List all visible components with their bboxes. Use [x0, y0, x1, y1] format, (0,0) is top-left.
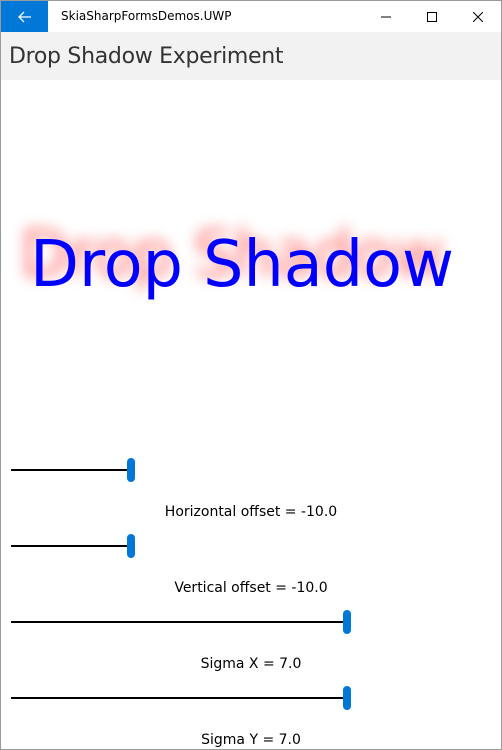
maximize-button[interactable]: [409, 1, 455, 32]
maximize-icon: [427, 11, 437, 22]
app-window: SkiaSharpFormsDemos.UWP Drop Shadow Expe…: [0, 0, 502, 750]
close-icon: [473, 11, 483, 22]
app-title: SkiaSharpFormsDemos.UWP: [61, 9, 232, 23]
drawing-canvas: Drop Shadow Drop Shadow: [1, 80, 501, 450]
horizontal-offset-label: Horizontal offset = -10.0: [164, 504, 338, 520]
page-header: Drop Shadow Experiment: [1, 32, 501, 80]
sigma-y-label: Sigma Y = 7.0: [201, 732, 301, 748]
sigma-y-slider[interactable]: [11, 684, 491, 712]
vertical-offset-label: Vertical offset = -10.0: [174, 580, 328, 596]
minimize-button[interactable]: [363, 1, 409, 32]
slider-track: [11, 621, 347, 623]
back-button[interactable]: [1, 1, 48, 32]
horizontal-offset-slider[interactable]: [11, 456, 491, 484]
slider-track: [11, 545, 131, 547]
title-bar: SkiaSharpFormsDemos.UWP: [1, 1, 501, 32]
close-button[interactable]: [455, 1, 501, 32]
sigma-x-slider[interactable]: [11, 608, 491, 636]
drop-shadow-text: Drop Shadow: [30, 228, 454, 302]
page-title: Drop Shadow Experiment: [9, 44, 284, 69]
slider-thumb[interactable]: [127, 534, 135, 558]
slider-thumb[interactable]: [343, 610, 351, 634]
vertical-offset-slider[interactable]: [11, 532, 491, 560]
slider-thumb[interactable]: [127, 458, 135, 482]
slider-track: [11, 697, 347, 699]
slider-track: [11, 469, 131, 471]
back-arrow-icon: [17, 11, 31, 22]
slider-thumb[interactable]: [343, 686, 351, 710]
minimize-icon: [381, 16, 391, 17]
sigma-x-label: Sigma X = 7.0: [200, 656, 302, 672]
